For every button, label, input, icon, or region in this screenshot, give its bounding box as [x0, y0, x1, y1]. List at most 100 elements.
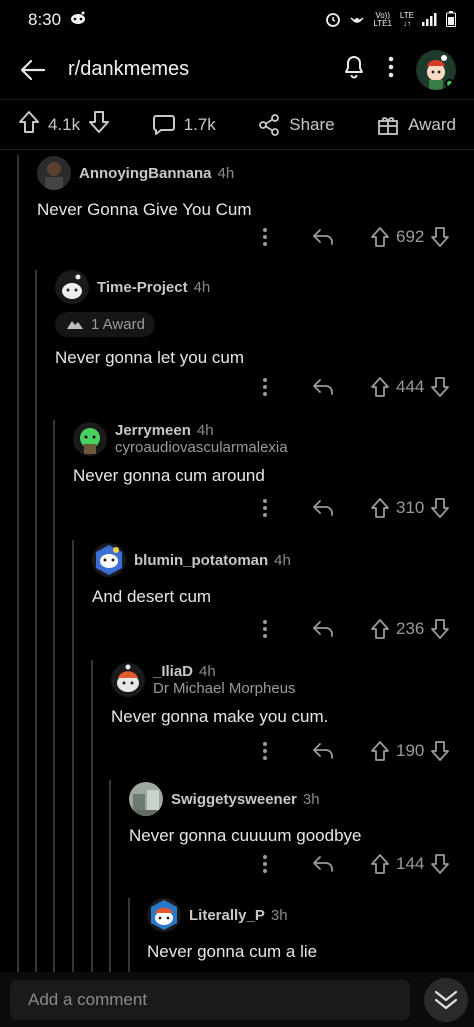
comment-age: 4h [274, 551, 291, 569]
reply-icon[interactable] [312, 742, 334, 760]
comment-author[interactable]: AnnoyingBannana 4h [79, 165, 234, 182]
comment-actions: 190 [262, 740, 450, 762]
comment-author[interactable]: Time-Project 4h [97, 279, 210, 296]
comment-score: 236 [396, 619, 425, 638]
comment-score: 310 [396, 498, 425, 517]
comment-author[interactable]: blumin_potatoman 4h [134, 552, 291, 569]
user-avatar[interactable] [416, 49, 456, 90]
more-icon[interactable] [262, 854, 268, 874]
more-icon[interactable] [262, 377, 268, 397]
share-button[interactable]: Share [257, 113, 335, 137]
thread-line[interactable] [35, 270, 37, 972]
comment-author[interactable]: Swiggetysweener 3h [171, 791, 320, 808]
thread-line[interactable] [17, 155, 19, 972]
upvote-arrow-icon [19, 111, 39, 133]
commenter-avatar[interactable] [55, 270, 89, 304]
comment-author[interactable]: _IliaD 4h [153, 663, 296, 680]
upvote-arrow-icon[interactable] [370, 497, 390, 519]
comment: Swiggetysweener 3h Never gonna cuuuum goo… [129, 782, 362, 846]
reply-icon[interactable] [312, 228, 334, 246]
comment-actions: 236 [262, 618, 450, 640]
comment-score: 444 [396, 377, 425, 396]
comment-score: 190 [396, 741, 425, 760]
comment: _IliaD 4h Dr Michael Morpheus Never gonna… [111, 663, 328, 727]
thread-line[interactable] [72, 540, 74, 972]
comment-age: 4h [196, 422, 214, 439]
commenter-avatar[interactable] [73, 422, 107, 456]
bell-icon [345, 56, 363, 79]
comment-age: 4h [193, 278, 211, 296]
online-status-dot [445, 78, 454, 88]
more-icon[interactable] [262, 498, 268, 518]
thread-line[interactable] [128, 898, 130, 972]
downvote-arrow-icon[interactable] [430, 618, 450, 640]
comment-age: 4h [199, 663, 216, 680]
back-button[interactable] [18, 55, 48, 85]
comment-age: 3h [270, 906, 288, 924]
thread-line[interactable] [53, 420, 55, 972]
lte-indicator: LTE ↓↑ [399, 11, 414, 28]
comment-author[interactable]: Literally_P 3h [189, 907, 288, 924]
more-options-button[interactable] [388, 56, 394, 83]
bottom-bar: Add a comment [0, 972, 474, 1027]
post-downvote-button[interactable] [88, 110, 110, 139]
comment-actions: 444 [262, 376, 450, 398]
comment: Jerrymeen 4h cyroaudiovascularmalexia Nev… [73, 422, 288, 486]
user-flair: cyroaudiovascularmalexia [115, 439, 288, 456]
post-action-bar: 4.1k 1.7k Share Award [0, 100, 474, 150]
reply-icon[interactable] [312, 378, 334, 396]
downvote-arrow-icon[interactable] [430, 497, 450, 519]
share-label: Share [289, 114, 335, 134]
commenter-avatar[interactable] [129, 782, 163, 816]
collapse-thread-button[interactable] [424, 978, 468, 1022]
comment-body: Never gonna cum a lie [147, 942, 318, 961]
comment: Time-Project 4h 1 Award Never gonna let y… [55, 270, 244, 368]
thread-line[interactable] [91, 660, 93, 972]
post-comment-count: 1.7k [183, 114, 216, 134]
page-title: r/dankmemes [68, 58, 190, 80]
more-icon[interactable] [262, 619, 268, 639]
downvote-arrow-icon[interactable] [430, 853, 450, 875]
award-chip[interactable]: 1 Award [55, 312, 155, 337]
comment: blumin_potatoman 4h And desert cum [92, 543, 291, 607]
upvote-arrow-icon[interactable] [370, 376, 390, 398]
commenter-avatar[interactable] [147, 898, 181, 932]
notifications-button[interactable] [342, 54, 366, 85]
upvote-arrow-icon[interactable] [370, 226, 390, 248]
reply-icon[interactable] [312, 499, 334, 517]
upvote-arrow-icon[interactable] [370, 853, 390, 875]
commenter-avatar[interactable] [92, 543, 126, 577]
post-comments-button[interactable]: 1.7k [152, 113, 216, 137]
post-upvote-button[interactable] [18, 110, 40, 139]
volte-indicator: Vo)) LTE1 [373, 11, 392, 28]
alarm-icon [325, 11, 341, 30]
share-icon [259, 113, 280, 136]
upvote-arrow-icon[interactable] [370, 740, 390, 762]
comment: AnnoyingBannana 4h Never Gonna Give You C… [37, 156, 252, 220]
app-header: r/dankmemes [0, 40, 474, 100]
commenter-avatar[interactable] [111, 663, 145, 697]
wholesome-award-icon [67, 320, 83, 329]
comment-body: Never Gonna Give You Cum [37, 200, 252, 219]
add-comment-input[interactable]: Add a comment [10, 980, 410, 1020]
more-icon[interactable] [262, 227, 268, 247]
reply-icon[interactable] [312, 620, 334, 638]
comment-bubble-icon [152, 114, 175, 135]
commenter-avatar[interactable] [37, 156, 71, 190]
more-icon[interactable] [262, 741, 268, 761]
award-count: 1 Award [91, 316, 145, 333]
comment-score: 144 [396, 854, 425, 873]
thread-line[interactable] [109, 780, 111, 972]
arrow-left-icon [20, 59, 46, 80]
comment-actions: 310 [262, 497, 450, 519]
award-button[interactable]: Award [376, 113, 456, 137]
comment-author[interactable]: Jerrymeen 4h [115, 422, 288, 439]
downvote-arrow-icon[interactable] [430, 376, 450, 398]
signal-icon [422, 12, 438, 29]
post-score: 4.1k [48, 114, 81, 134]
upvote-arrow-icon[interactable] [370, 618, 390, 640]
downvote-arrow-icon[interactable] [430, 226, 450, 248]
comment: Literally_P 3h Never gonna cum a lie [147, 898, 317, 962]
downvote-arrow-icon[interactable] [430, 740, 450, 762]
reply-icon[interactable] [312, 855, 334, 873]
